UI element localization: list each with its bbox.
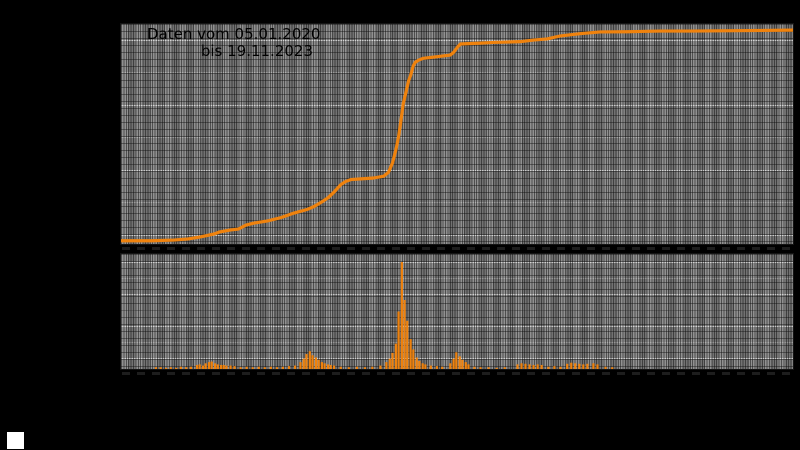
date-range-annotation: Daten vom 05.01.2020 bis 19.11.2023	[147, 25, 321, 60]
annotation-line-2: bis 19.11.2023	[200, 42, 313, 60]
annotation-line-1: Daten vom 05.01.2020	[147, 25, 321, 43]
cumulative-plot: Daten vom 05.01.2020 bis 19.11.2023	[120, 23, 794, 245]
figure-canvas: { "annotation": { "line1": "Daten vom 05…	[0, 0, 800, 450]
daily-bars-plot	[120, 253, 794, 370]
daily-bars-svg	[154, 262, 614, 369]
figure: Daten vom 05.01.2020 bis 19.11.2023	[0, 0, 800, 450]
white-square-marker	[7, 432, 24, 449]
bottom-plot-xtick-labels	[122, 372, 792, 375]
top-plot-xtick-labels	[122, 247, 792, 250]
